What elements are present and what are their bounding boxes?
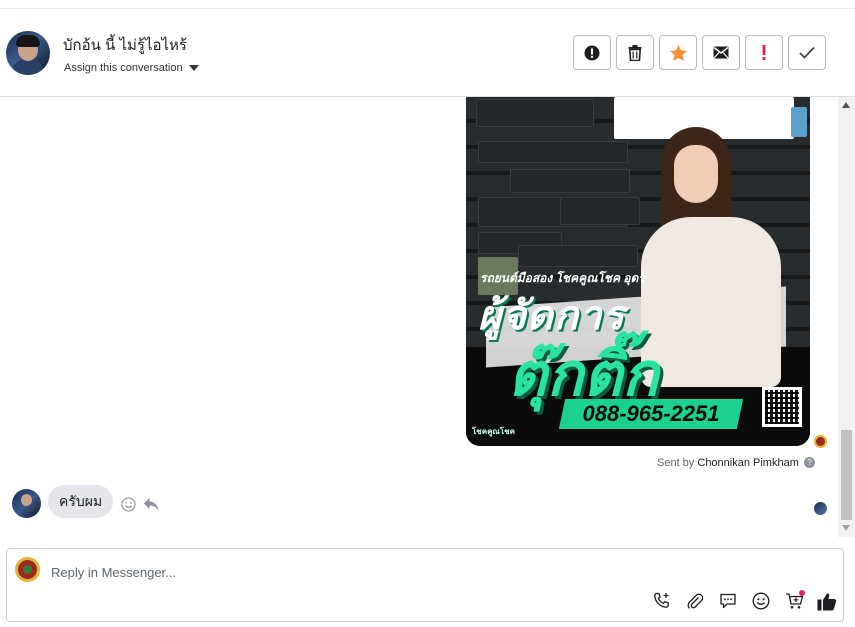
exclamation-icon	[762, 45, 766, 60]
reply-composer	[6, 548, 844, 622]
checkmark-icon	[799, 46, 815, 59]
help-icon[interactable]: ?	[803, 457, 815, 468]
message-thread[interactable]: รถยนต์มือสอง โชคคูณโชค อุดร ผู้จัดการ ตุ…	[0, 97, 855, 537]
reply-button[interactable]	[143, 497, 159, 517]
chat-bubble-icon	[720, 593, 736, 609]
qr-code-icon	[762, 387, 802, 427]
emoji-button[interactable]	[751, 591, 771, 611]
mark-done-button[interactable]	[788, 35, 826, 70]
ad-phone-banner: 088-965-2251	[558, 399, 744, 429]
phone-plus-icon	[654, 592, 669, 608]
notification-dot	[799, 590, 805, 596]
envelope-icon	[713, 46, 729, 59]
caret-down-icon	[188, 65, 199, 71]
paperclip-icon	[687, 593, 704, 609]
conversation-actions	[573, 35, 826, 70]
mark-unread-button[interactable]	[702, 35, 740, 70]
page-avatar	[15, 557, 40, 582]
sent-by-label: Sent by Chonnikan Pimkham ?	[657, 457, 815, 469]
shop-button[interactable]	[784, 590, 805, 611]
seen-avatar	[814, 502, 827, 515]
thread-scrollbar[interactable]	[838, 97, 855, 537]
trash-icon	[628, 44, 642, 61]
conversation-header: บักอ้น นี้ ไม่รู้ไอไหร้ Assign this conv…	[0, 9, 855, 97]
contact-name: บักอ้น นี้ ไม่รู้ไอไหร้	[63, 37, 187, 54]
mark-spam-button[interactable]	[573, 35, 611, 70]
composer-tools	[652, 590, 837, 611]
like-button[interactable]	[817, 591, 837, 611]
follow-up-button[interactable]	[745, 35, 783, 70]
delete-button[interactable]	[616, 35, 654, 70]
scroll-down-arrow-icon[interactable]	[842, 525, 850, 531]
saved-replies-button[interactable]	[718, 591, 738, 611]
add-reaction-button[interactable]	[121, 497, 136, 517]
star-icon	[669, 44, 687, 61]
reply-input[interactable]	[51, 562, 611, 582]
sent-by-prefix: Sent by	[657, 457, 695, 469]
reply-arrow-icon	[143, 498, 159, 511]
ad-phone: 088-965-2251	[582, 401, 720, 426]
call-button[interactable]	[652, 591, 672, 611]
smiley-icon	[121, 497, 136, 512]
incoming-message-bubble: ครับผม	[48, 485, 114, 518]
assign-label: Assign this conversation	[64, 62, 183, 74]
alert-circle-icon	[584, 45, 600, 60]
sender-avatar[interactable]	[12, 489, 41, 518]
star-button[interactable]	[659, 35, 697, 70]
ad-logo: โชคคูณโชค	[472, 427, 515, 436]
ad-image-attachment[interactable]: รถยนต์มือสอง โชคคูณโชค อุดร ผู้จัดการ ตุ…	[466, 97, 810, 446]
assign-conversation-dropdown[interactable]: Assign this conversation	[64, 62, 199, 74]
page-avatar-small	[814, 435, 827, 448]
thumbs-up-icon	[817, 592, 837, 610]
contact-avatar[interactable]	[6, 31, 50, 75]
smiley-icon	[752, 592, 770, 610]
ad-model-photo	[636, 127, 806, 387]
scrollbar-thumb[interactable]	[841, 430, 852, 520]
scroll-up-arrow-icon[interactable]	[842, 102, 850, 108]
attach-button[interactable]	[685, 591, 705, 611]
sent-by-name: Chonnikan Pimkham	[697, 457, 799, 469]
